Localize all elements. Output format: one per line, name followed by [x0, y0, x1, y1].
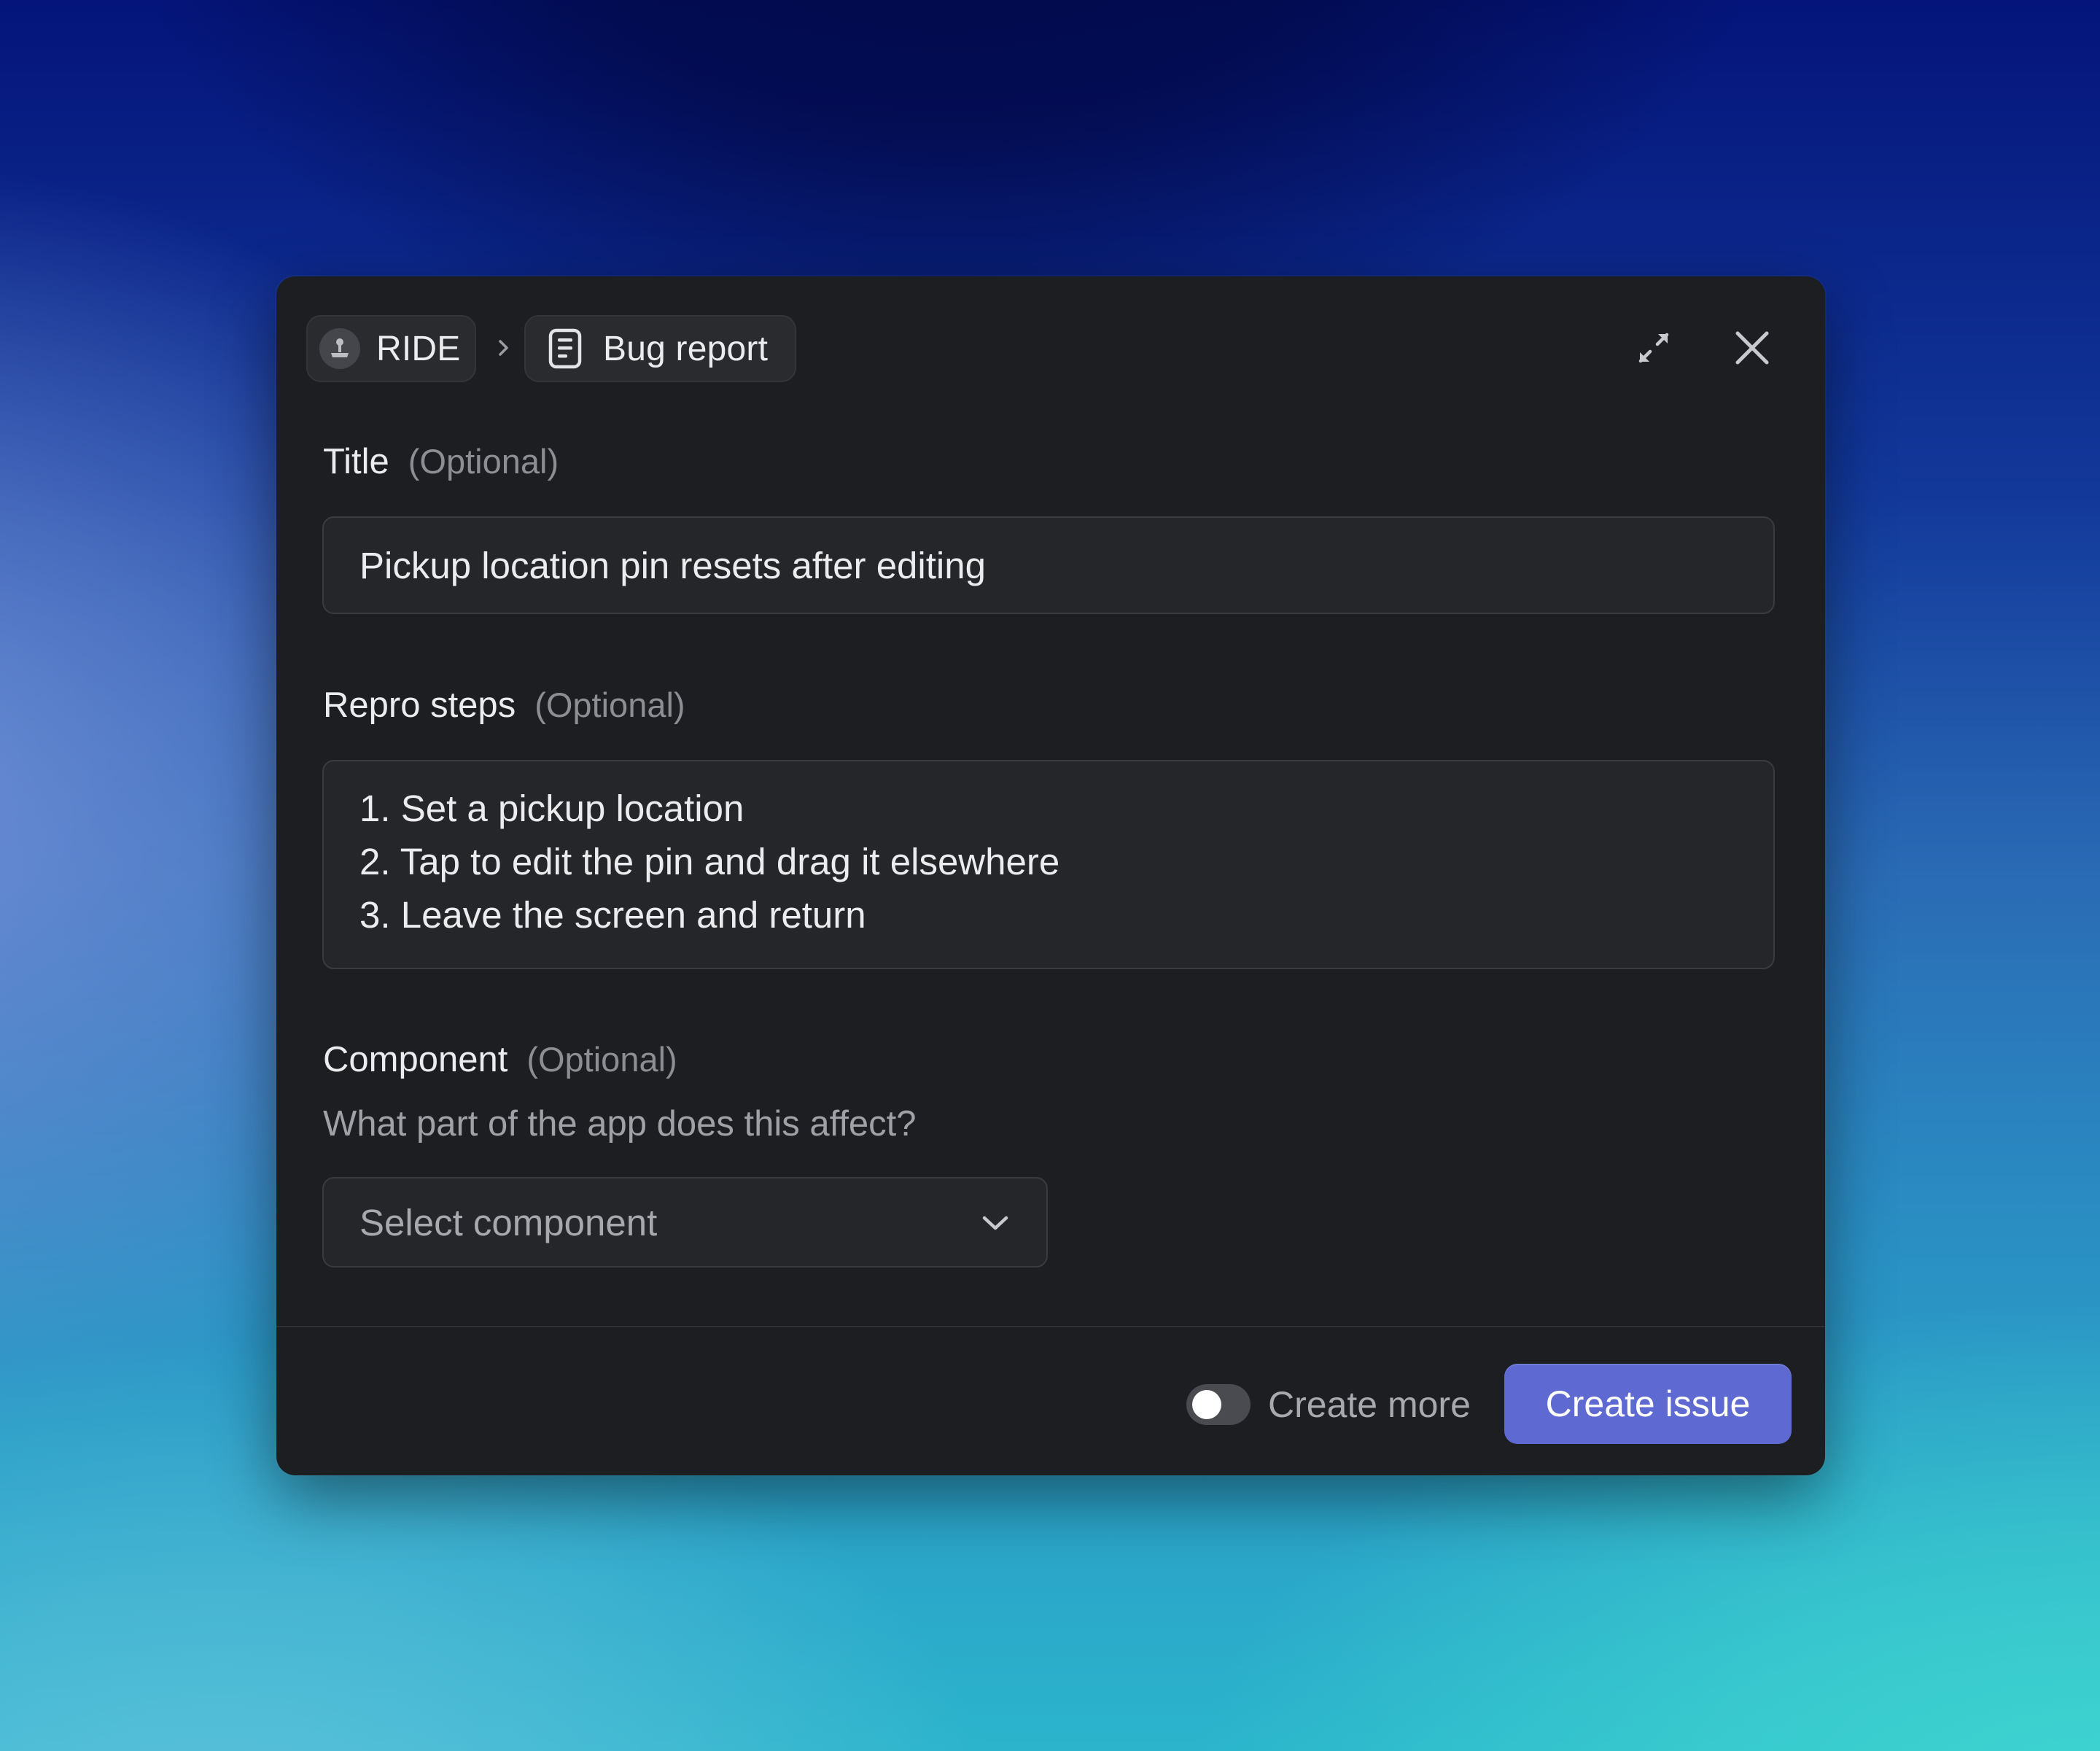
create-issue-button[interactable]: Create issue	[1504, 1364, 1792, 1444]
close-icon	[1734, 330, 1770, 370]
title-label: Title (Optional)	[323, 441, 559, 482]
component-select[interactable]: Select component	[322, 1177, 1048, 1267]
create-issue-modal: RIDE Bug report Title (Optional) Pickup …	[276, 276, 1825, 1475]
component-optional-hint: (Optional)	[526, 1040, 677, 1079]
joystick-icon	[319, 328, 360, 369]
close-button[interactable]	[1723, 320, 1781, 378]
title-label-text: Title	[323, 442, 389, 481]
repro-step-line: 2. Tap to edit the pin and drag it elsew…	[359, 841, 1060, 882]
toggle-knob	[1192, 1390, 1221, 1419]
component-helper-text: What part of the app does this affect?	[323, 1104, 917, 1144]
repro-steps-label-text: Repro steps	[323, 686, 516, 725]
title-optional-hint: (Optional)	[408, 442, 559, 481]
footer-divider	[276, 1326, 1825, 1327]
title-input-value: Pickup location pin resets after editing	[359, 544, 986, 586]
repro-step-line: 3. Leave the screen and return	[359, 894, 866, 936]
team-label: RIDE	[376, 329, 461, 368]
create-more-label: Create more	[1268, 1384, 1471, 1425]
component-label-text: Component	[323, 1040, 508, 1079]
expand-icon	[1633, 327, 1674, 372]
expand-button[interactable]	[1625, 320, 1683, 378]
template-chip[interactable]: Bug report	[524, 315, 796, 382]
chevron-down-icon	[979, 1211, 1011, 1235]
chevron-right-icon	[491, 327, 517, 368]
title-input[interactable]: Pickup location pin resets after editing	[322, 516, 1775, 614]
create-more-toggle[interactable]	[1186, 1384, 1251, 1425]
template-label: Bug report	[603, 329, 769, 368]
repro-steps-optional-hint: (Optional)	[534, 686, 685, 724]
component-label: Component (Optional)	[323, 1039, 677, 1080]
repro-steps-label: Repro steps (Optional)	[323, 685, 685, 726]
component-select-placeholder: Select component	[359, 1201, 658, 1243]
document-icon	[546, 327, 584, 370]
repro-step-line: 1. Set a pickup location	[359, 788, 744, 829]
repro-steps-textarea[interactable]: 1. Set a pickup location 2. Tap to edit …	[322, 760, 1775, 969]
team-chip[interactable]: RIDE	[306, 315, 476, 382]
